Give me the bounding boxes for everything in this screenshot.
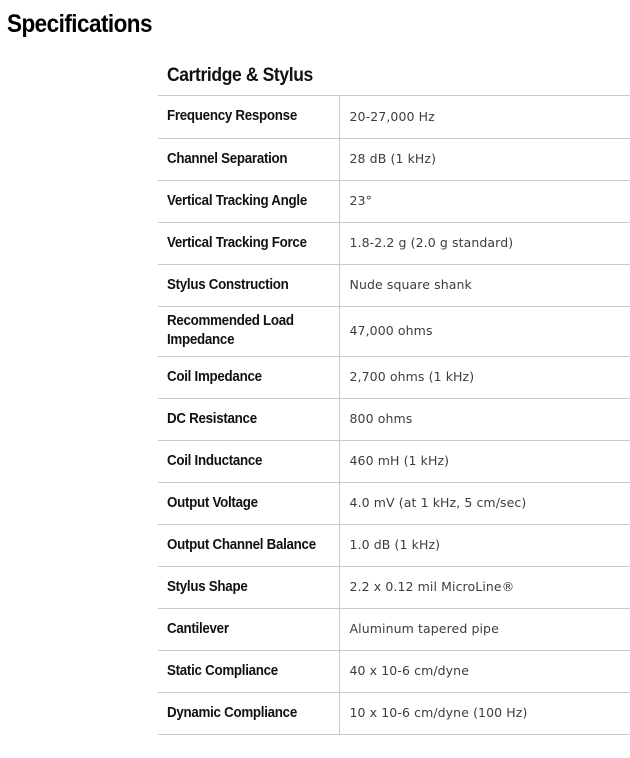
spec-row-vertical-tracking-angle: Vertical Tracking Angle 23° (158, 180, 630, 223)
spec-row-stylus-shape: Stylus Shape 2.2 x 0.12 mil MicroLine® (158, 566, 630, 609)
spec-value-cell: 1.8-2.2 g (2.0 g standard) (339, 222, 630, 265)
spec-label: DC Resistance (167, 410, 257, 427)
spec-label: Output Voltage (167, 494, 258, 511)
spec-value: 4.0 mV (at 1 kHz, 5 cm/sec) (349, 495, 527, 510)
spec-label: Stylus Shape (167, 578, 248, 595)
spec-label: Coil Inductance (167, 452, 263, 469)
spec-value: 1.8-2.2 g (2.0 g standard) (349, 235, 514, 250)
spec-value: Aluminum tapered pipe (349, 621, 499, 636)
spec-value-cell: 800 ohms (339, 398, 630, 441)
spec-value-cell: 47,000 ohms (339, 306, 630, 357)
spec-value: 20-27,000 Hz (349, 108, 435, 124)
spec-value-cell: 2.2 x 0.12 mil MicroLine® (339, 566, 630, 609)
spec-row-dc-resistance: DC Resistance 800 ohms (158, 398, 630, 441)
section-heading-text: Cartridge & Stylus (167, 65, 313, 86)
spec-label-cell: Cantilever (158, 608, 340, 651)
spec-row-stylus-construction: Stylus Construction Nude square shank (158, 264, 630, 307)
spec-table: Frequency Response 20-27,000 Hz Channel … (158, 96, 630, 735)
spec-value-cell: 2,700 ohms (1 kHz) (339, 356, 630, 399)
spec-value-cell: 10 x 10-6 cm/dyne (100 Hz) (339, 692, 630, 735)
spec-value-cell: 1.0 dB (1 kHz) (339, 524, 630, 567)
spec-label-cell: Output Voltage (158, 482, 340, 525)
spec-label-cell: Channel Separation (158, 138, 340, 181)
spec-value: 47,000 ohms (349, 323, 433, 338)
spec-label-cell: Dynamic Compliance (158, 692, 340, 735)
spec-value-cell: 4.0 mV (at 1 kHz, 5 cm/sec) (339, 482, 630, 525)
spec-value-cell: 20-27,000 Hz (339, 96, 630, 139)
spec-label: Cantilever (167, 620, 229, 637)
spec-label: Stylus Construction (167, 276, 289, 293)
spec-label-cell: Stylus Construction (158, 264, 340, 307)
spec-value-cell: 40 x 10-6 cm/dyne (339, 650, 630, 693)
spec-label-cell: DC Resistance (158, 398, 340, 441)
spec-value-cell: Nude square shank (339, 264, 630, 307)
spec-label-cell: Vertical Tracking Angle (158, 180, 340, 223)
spec-label-cell: Frequency Response (158, 96, 340, 139)
spec-value: 800 ohms (349, 411, 413, 426)
spec-value-cell: 28 dB (1 kHz) (339, 138, 630, 181)
spec-row-coil-inductance: Coil Inductance 460 mH (1 kHz) (158, 440, 630, 483)
spec-value: 28 dB (1 kHz) (349, 151, 437, 166)
spec-section-cartridge-stylus: Cartridge & Stylus Frequency Response 20… (158, 57, 630, 735)
spec-value: 23° (349, 193, 372, 208)
spec-label: Vertical Tracking Angle (167, 192, 307, 209)
spec-label-cell: Coil Inductance (158, 440, 340, 483)
spec-label: Frequency Response (167, 108, 297, 125)
spec-label: Recommended Load Impedance (167, 313, 294, 348)
spec-label: Vertical Tracking Force (167, 234, 307, 251)
spec-value: 2.2 x 0.12 mil MicroLine® (349, 579, 515, 594)
spec-value-cell: 23° (339, 180, 630, 223)
spec-row-frequency-response: Frequency Response 20-27,000 Hz (158, 96, 630, 139)
spec-row-channel-separation: Channel Separation 28 dB (1 kHz) (158, 138, 630, 181)
spec-label: Static Compliance (167, 662, 278, 679)
spec-row-vertical-tracking-force: Vertical Tracking Force 1.8-2.2 g (2.0 g… (158, 222, 630, 265)
spec-label: Coil Impedance (167, 368, 262, 385)
spec-label-cell: Recommended Load Impedance (158, 306, 340, 357)
spec-label-cell: Static Compliance (158, 650, 340, 693)
spec-row-cantilever: Cantilever Aluminum tapered pipe (158, 608, 630, 651)
spec-label-cell: Coil Impedance (158, 356, 340, 399)
spec-label-cell: Vertical Tracking Force (158, 222, 340, 265)
spec-row-coil-impedance: Coil Impedance 2,700 ohms (1 kHz) (158, 356, 630, 399)
spec-label: Dynamic Compliance (167, 704, 297, 721)
spec-row-output-channel-balance: Output Channel Balance 1.0 dB (1 kHz) (158, 524, 630, 567)
spec-row-static-compliance: Static Compliance 40 x 10-6 cm/dyne (158, 650, 630, 693)
spec-value: 1.0 dB (1 kHz) (349, 537, 441, 552)
spec-value: 460 mH (1 kHz) (349, 453, 450, 468)
spec-value: 10 x 10-6 cm/dyne (100 Hz) (349, 705, 528, 720)
spec-label: Channel Separation (167, 150, 288, 167)
page-title: Specifications (7, 10, 153, 38)
spec-value: 2,700 ohms (1 kHz) (349, 369, 475, 384)
spec-value: 40 x 10-6 cm/dyne (349, 663, 469, 678)
spec-row-output-voltage: Output Voltage 4.0 mV (at 1 kHz, 5 cm/se… (158, 482, 630, 525)
section-heading: Cartridge & Stylus (158, 57, 630, 96)
spec-row-dynamic-compliance: Dynamic Compliance 10 x 10-6 cm/dyne (10… (158, 692, 630, 735)
spec-value-cell: 460 mH (1 kHz) (339, 440, 630, 483)
spec-label: Output Channel Balance (167, 536, 316, 553)
spec-value-cell: Aluminum tapered pipe (339, 608, 630, 651)
spec-label-cell: Stylus Shape (158, 566, 340, 609)
spec-row-recommended-load-impedance: Recommended Load Impedance 47,000 ohms (158, 306, 630, 357)
spec-value: Nude square shank (349, 277, 472, 292)
spec-label-cell: Output Channel Balance (158, 524, 340, 567)
